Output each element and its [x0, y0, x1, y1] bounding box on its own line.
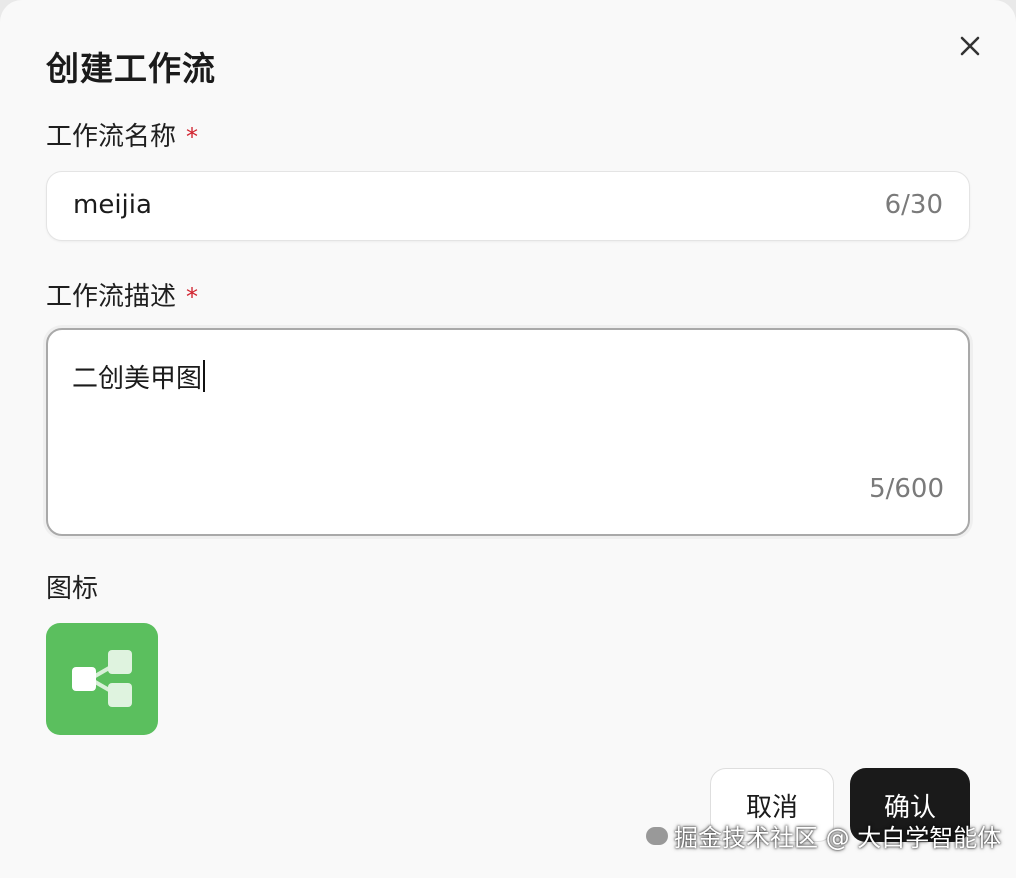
- close-icon: [960, 36, 980, 56]
- watermark: 掘金技术社区 @ 大白学智能体: [646, 818, 1001, 853]
- workflow-description-value-wrap: 二创美甲图: [72, 358, 206, 395]
- watermark-logo-icon: [646, 826, 668, 845]
- workflow-description-textarea[interactable]: 二创美甲图 5/600: [46, 328, 970, 536]
- watermark-text: 掘金技术社区 @ 大白学智能体: [674, 824, 1002, 852]
- dialog-title: 创建工作流: [46, 49, 216, 88]
- required-mark: *: [186, 123, 199, 151]
- workflow-icon-picker[interactable]: [46, 623, 158, 735]
- workflow-name-input[interactable]: meijia 6/30: [46, 171, 970, 241]
- workflow-description-label: 工作流描述 *: [46, 276, 198, 313]
- workflow-name-label-text: 工作流名称: [46, 122, 177, 152]
- workflow-name-label: 工作流名称 *: [46, 116, 198, 153]
- icon-label: 图标: [46, 574, 99, 604]
- workflow-name-value: meijia: [73, 190, 152, 220]
- workflow-name-counter: 6/30: [884, 190, 943, 220]
- workflow-description-counter: 5/600: [869, 474, 944, 504]
- text-caret: [203, 360, 206, 392]
- required-mark: *: [186, 283, 199, 311]
- workflow-icon: [72, 650, 132, 707]
- create-workflow-dialog: 创建工作流 工作流名称 * meijia 6/30 工作流描述 * 二创美甲图 5/…: [0, 0, 1016, 878]
- workflow-description-value: 二创美甲图: [72, 364, 203, 394]
- workflow-description-label-text: 工作流描述: [46, 282, 177, 312]
- close-button[interactable]: [954, 30, 986, 62]
